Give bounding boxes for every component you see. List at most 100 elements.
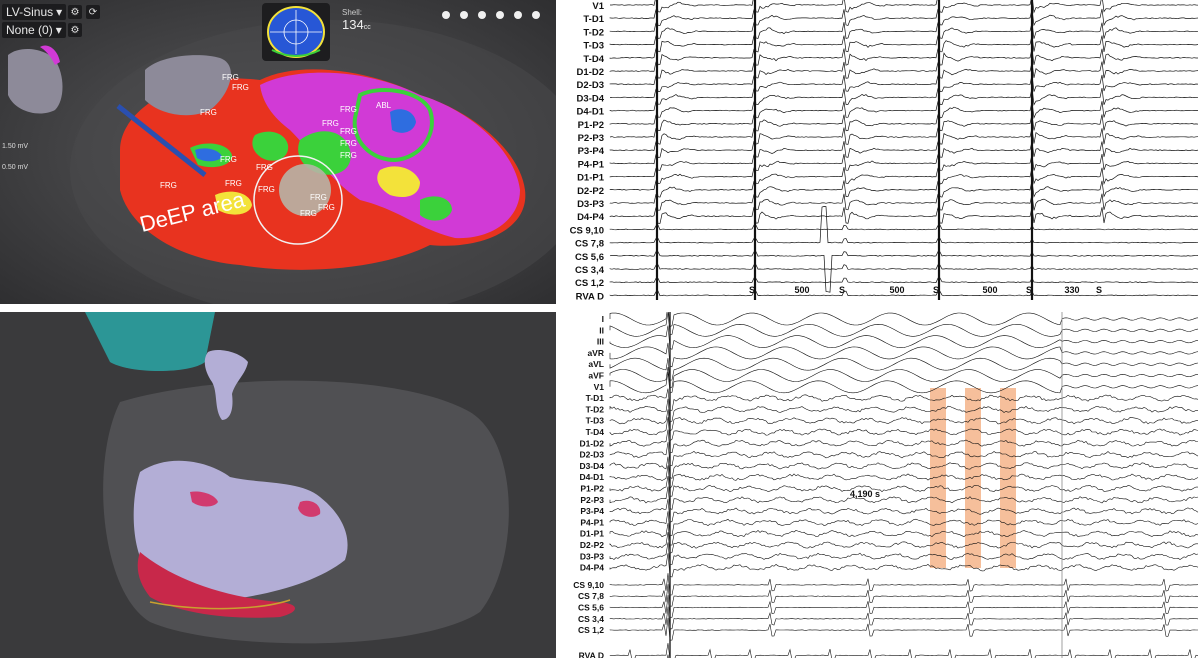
bottom-egm-canvas: IIIIIIaVRaVLaVFV1T-D1T-D2T-D3T-D4D1-D2D2… bbox=[573, 312, 1199, 658]
channel-label: P2-P3 bbox=[580, 495, 604, 505]
channel-label: CS 9,10 bbox=[570, 225, 604, 236]
frg-tag: FRG bbox=[340, 151, 357, 160]
interval-label: 330 bbox=[1064, 285, 1079, 295]
egm-trace bbox=[609, 277, 1199, 283]
egm-trace bbox=[609, 140, 1199, 159]
frg-tag: FRG bbox=[322, 119, 339, 128]
egm-trace bbox=[609, 153, 1199, 172]
channel-label: T-D2 bbox=[583, 27, 604, 38]
top-egm-canvas: V1 T-D1 T-D2 T-D3 T-D4 D1-D2 D2-D3 D3-D4 D4-D1 P1… bbox=[570, 0, 1199, 302]
channel-label: III bbox=[597, 337, 604, 347]
egm-trace bbox=[609, 498, 1199, 523]
stim-label: S bbox=[933, 285, 939, 295]
frg-tag: FRG bbox=[200, 108, 217, 117]
channel-label: V1 bbox=[592, 1, 604, 12]
egm-trace bbox=[609, 193, 1198, 211]
egm-trace bbox=[609, 465, 1199, 490]
frg-tag: FRG bbox=[340, 105, 357, 114]
channel-label: P4-P1 bbox=[578, 159, 605, 170]
channel-label: T-D3 bbox=[583, 41, 604, 52]
channel-label: D3-D4 bbox=[579, 461, 604, 471]
scale-high-label: 1.50 mV bbox=[2, 143, 29, 150]
frg-tag: FRG bbox=[232, 83, 249, 92]
frg-tag: FRG bbox=[220, 155, 237, 164]
channel-label: D1-D2 bbox=[577, 67, 604, 78]
egm-trace bbox=[609, 48, 1198, 66]
orientation-widget[interactable] bbox=[262, 3, 330, 61]
stim-label: S bbox=[1026, 285, 1032, 295]
map-select-dropdown[interactable]: LV-Sinus ▾ bbox=[2, 4, 67, 20]
scale-low-label: 0.50 mV bbox=[2, 164, 29, 171]
egm-trace bbox=[609, 429, 1199, 454]
channel-label: T-D4 bbox=[583, 54, 604, 65]
bottom-electrogram-panel: I II III aVR aVL aVF V1 T-D1 T-D2 T-D3 T-D4 D1-D2 D2… bbox=[562, 312, 1200, 658]
map-select-value: LV-Sinus bbox=[6, 5, 54, 19]
egm-trace bbox=[609, 388, 1199, 412]
egm-trace bbox=[609, 312, 1199, 328]
overlay-select-dropdown[interactable]: None (0) ▾ bbox=[2, 22, 66, 38]
channel-label: CS 3,4 bbox=[575, 265, 605, 276]
egm-trace bbox=[609, 224, 1199, 231]
gear-icon[interactable]: ⚙ bbox=[68, 5, 82, 19]
egm-trace bbox=[609, 8, 1199, 27]
bottom-map-canvas bbox=[0, 312, 556, 658]
egm-trace bbox=[609, 511, 1199, 536]
shell-value: 134cc bbox=[342, 17, 371, 32]
channel-label: CS 1,2 bbox=[578, 625, 604, 635]
top-electrogram-panel: V1 T-D1 T-D2 T-D3 T-D4 D1-D2 D2-D3 D3-D4 D4-D1 P1… bbox=[562, 0, 1200, 304]
channel-label: D3-P3 bbox=[580, 551, 604, 561]
channel-label: D3-P3 bbox=[577, 199, 604, 210]
top-voltage-map: FRG FRG FRG FRG FRG FRG FRG FRG FRG FRG … bbox=[0, 0, 556, 304]
stim-label: S bbox=[839, 285, 845, 295]
egm-trace bbox=[609, 342, 1199, 368]
egm-trace bbox=[609, 617, 1198, 641]
channel-label: CS 1,2 bbox=[575, 278, 604, 289]
channel-label: P1-P2 bbox=[580, 484, 604, 494]
gear-icon[interactable]: ⚙ bbox=[68, 23, 82, 37]
channel-label: T-D3 bbox=[586, 416, 605, 426]
channel-label: P3-P4 bbox=[580, 506, 604, 516]
highlight-band bbox=[965, 388, 981, 568]
channel-label: CS 5,6 bbox=[578, 603, 604, 613]
frg-tag: FRG bbox=[340, 127, 357, 136]
egm-trace bbox=[609, 542, 1199, 566]
link-icon[interactable]: ⟳ bbox=[86, 5, 100, 19]
channel-label: I bbox=[602, 314, 604, 324]
frg-tag: FRG bbox=[300, 209, 317, 218]
channel-label: RVA D bbox=[579, 650, 604, 658]
frg-tag: FRG bbox=[258, 185, 275, 194]
channel-label: P2-P3 bbox=[578, 133, 604, 144]
channel-label: CS 3,4 bbox=[578, 614, 604, 624]
channel-label: V1 bbox=[594, 382, 605, 392]
egm-trace bbox=[610, 0, 1199, 14]
chevron-down-icon: ▾ bbox=[55, 23, 62, 37]
egm-trace bbox=[609, 114, 1199, 132]
abl-tag: ABL bbox=[376, 101, 392, 110]
egm-trace bbox=[609, 88, 1199, 106]
channel-label: T-D1 bbox=[583, 14, 604, 25]
channel-label: aVR bbox=[587, 348, 604, 358]
egm-trace bbox=[609, 74, 1199, 92]
stim-label: S bbox=[749, 285, 755, 295]
shell-label: Shell: bbox=[342, 8, 363, 17]
egm-trace bbox=[609, 372, 1199, 394]
frg-tag: FRG bbox=[340, 139, 357, 148]
channel-label: CS 9,10 bbox=[573, 580, 604, 590]
channel-label: CS 7,8 bbox=[578, 591, 604, 601]
egm-trace bbox=[609, 312, 1199, 337]
egm-trace bbox=[609, 35, 1199, 53]
egm-trace bbox=[609, 61, 1199, 79]
egm-trace bbox=[609, 264, 1199, 270]
egm-trace bbox=[609, 325, 1199, 350]
egm-trace bbox=[609, 442, 1199, 467]
egm-trace bbox=[609, 606, 1199, 630]
channel-label: D4-P4 bbox=[580, 563, 604, 573]
egm-trace bbox=[609, 595, 1199, 618]
measure-label: 4,190 s bbox=[850, 489, 880, 499]
egm-trace bbox=[609, 357, 1199, 381]
channel-label: aVL bbox=[588, 359, 604, 369]
overlay-select-value: None (0) bbox=[6, 23, 53, 37]
channel-label: D2-D3 bbox=[577, 80, 604, 91]
egm-trace bbox=[609, 22, 1199, 39]
channel-label: D2-P2 bbox=[580, 540, 604, 550]
